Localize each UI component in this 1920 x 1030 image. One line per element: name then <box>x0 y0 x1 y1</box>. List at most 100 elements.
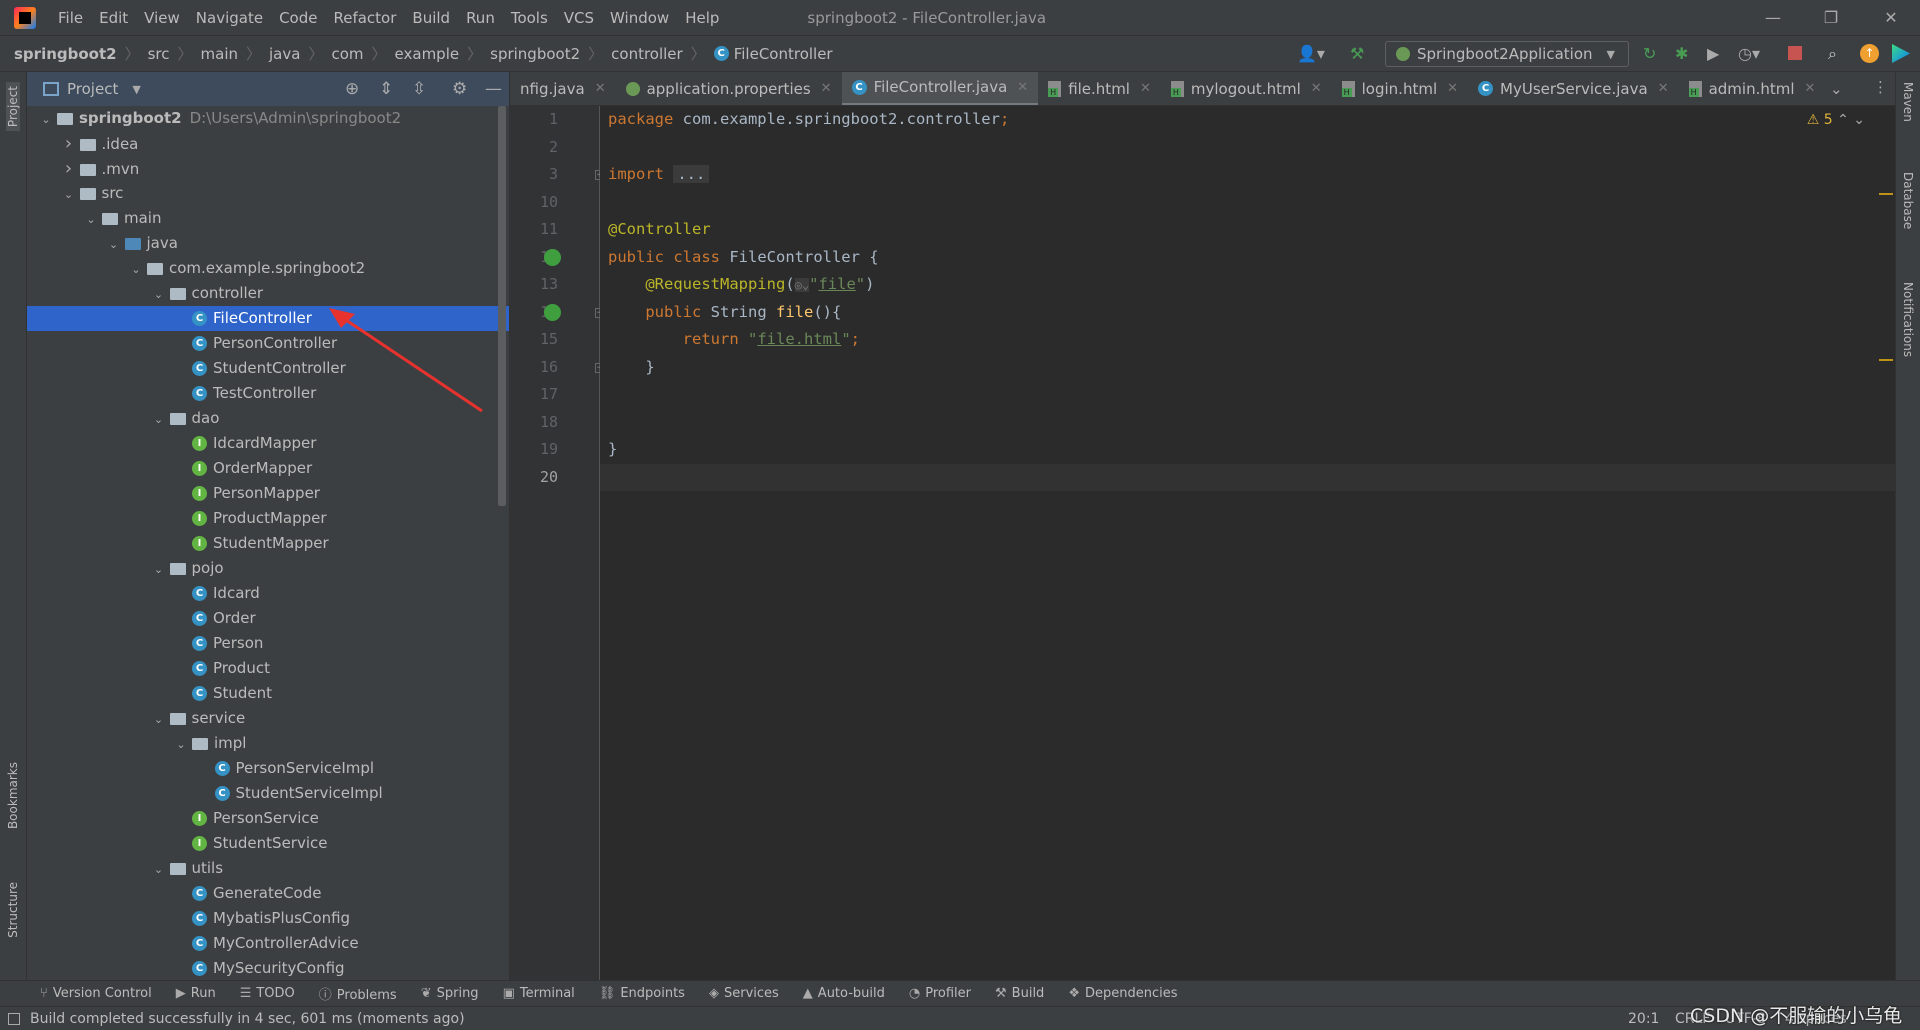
tree-scrollbar[interactable] <box>498 106 506 506</box>
tab-admin-html[interactable]: admin.html ✕ <box>1679 72 1826 105</box>
tree-item[interactable]: › .idea <box>27 131 509 156</box>
close-tab-icon[interactable]: ✕ <box>1311 81 1322 96</box>
breadcrumb-item[interactable]: FileController <box>734 45 833 63</box>
tree-item[interactable]: C Idcard <box>27 581 509 606</box>
chevron-down-icon[interactable]: ▼ <box>132 83 140 96</box>
tree-item[interactable]: I PersonMapper <box>27 481 509 506</box>
breadcrumb-item[interactable]: com <box>331 45 363 63</box>
stop-icon[interactable] <box>1788 46 1802 60</box>
chevron-down-icon[interactable]: ⌄ <box>148 857 170 882</box>
tool-spring[interactable]: ❦ Spring <box>421 986 479 1001</box>
chevron-right-icon[interactable]: › <box>58 131 80 156</box>
bookmarks-tool-button[interactable]: Bookmarks <box>6 762 20 829</box>
rerun-icon[interactable]: ↻ <box>1643 44 1656 64</box>
chevron-down-icon[interactable]: ⌄ <box>148 557 170 582</box>
tab-list-chevron-icon[interactable]: ⌄ <box>1830 80 1843 98</box>
tool-problems[interactable]: ⓘ Problems <box>319 984 397 1003</box>
hide-panel-icon[interactable]: — <box>485 79 502 99</box>
chevron-down-icon[interactable]: ⌄ <box>148 407 170 432</box>
chevron-down-icon[interactable]: ⌄ <box>80 207 102 232</box>
coverage-icon[interactable]: ▶ <box>1707 44 1719 64</box>
tree-item[interactable]: C Order <box>27 606 509 631</box>
close-tab-icon[interactable]: ✕ <box>595 81 606 96</box>
chevron-down-icon[interactable]: ⌄ <box>148 282 170 307</box>
tab-file-html[interactable]: file.html ✕ <box>1038 72 1161 105</box>
chevron-down-icon[interactable]: ⌄ <box>125 257 147 282</box>
tree-item[interactable]: ⌄ service <box>27 706 509 731</box>
menu-code[interactable]: Code <box>271 9 325 27</box>
tab-myuserservice-java[interactable]: C MyUserService.java ✕ <box>1468 72 1679 105</box>
menu-run[interactable]: Run <box>458 9 503 27</box>
breadcrumb-item[interactable]: springboot2 <box>490 45 580 63</box>
tool-version-control[interactable]: ⑂ Version Control <box>40 986 152 1001</box>
tree-item[interactable]: C MybatisPlusConfig <box>27 906 509 931</box>
tree-item[interactable]: ⌄ java <box>27 231 509 256</box>
search-icon[interactable]: ⌕ <box>1828 44 1837 64</box>
breadcrumb-item[interactable]: src <box>148 45 170 63</box>
tree-item[interactable]: I StudentService <box>27 831 509 856</box>
tree-item[interactable]: C MyControllerAdvice <box>27 931 509 956</box>
caret-position[interactable]: 20:1 <box>1628 1011 1659 1027</box>
breadcrumb-item[interactable]: main <box>201 45 238 63</box>
database-tool-button[interactable]: Database <box>1901 172 1915 229</box>
chevron-down-icon[interactable]: ⌄ <box>103 232 125 257</box>
tree-item[interactable]: C PersonServiceImpl <box>27 756 509 781</box>
tool-run[interactable]: ▶ Run <box>176 986 216 1001</box>
tree-item[interactable]: C MySecurityConfig <box>27 956 509 981</box>
menu-build[interactable]: Build <box>404 9 458 27</box>
warning-marker[interactable] <box>1879 193 1893 195</box>
maven-tool-button[interactable]: Maven <box>1901 82 1915 122</box>
warning-marker[interactable] <box>1879 359 1893 361</box>
tool-terminal[interactable]: ▣ Terminal <box>503 986 575 1001</box>
chevron-down-icon[interactable]: ⌄ <box>58 182 80 207</box>
spring-bean-gutter-icon[interactable] <box>544 303 561 321</box>
menu-help[interactable]: Help <box>677 9 727 27</box>
breadcrumb-item[interactable]: example <box>395 45 460 63</box>
vcs-user-icon[interactable]: 👤▾ <box>1297 44 1325 64</box>
close-tab-icon[interactable]: ✕ <box>1017 80 1028 95</box>
tab-application-properties[interactable]: application.properties ✕ <box>616 72 842 105</box>
toolbox-icon[interactable] <box>1892 44 1910 63</box>
tool-build[interactable]: ⚒ Build <box>995 986 1044 1001</box>
project-view-select[interactable]: Project <box>67 80 118 98</box>
layout-icon[interactable] <box>8 1012 20 1025</box>
tree-item[interactable]: C Person <box>27 631 509 656</box>
spring-bean-gutter-icon[interactable] <box>544 248 561 266</box>
code-editor[interactable]: ⚠ 5 ⌃ ⌄ package com.example.springboot2.… <box>600 106 1895 980</box>
build-hammer-icon[interactable]: ⚒ <box>1350 44 1364 64</box>
chevron-down-icon[interactable]: ⌄ <box>148 707 170 732</box>
tree-item[interactable]: ⌄ pojo <box>27 556 509 581</box>
tree-item[interactable]: ⌄ springboot2 D:\Users\Admin\springboot2 <box>27 106 509 131</box>
menu-window[interactable]: Window <box>602 9 677 27</box>
tree-item[interactable]: C Student <box>27 681 509 706</box>
menu-vcs[interactable]: VCS <box>556 9 602 27</box>
tab-login-html[interactable]: login.html ✕ <box>1332 72 1468 105</box>
tree-item[interactable]: ⌄ src <box>27 181 509 206</box>
notifications-tool-button[interactable]: Notifications <box>1901 282 1915 357</box>
gear-icon[interactable]: ⚙ <box>452 79 467 99</box>
close-tab-icon[interactable]: ✕ <box>1447 81 1458 96</box>
close-tab-icon[interactable]: ✕ <box>1140 81 1151 96</box>
minimize-button[interactable]: — <box>1744 0 1802 36</box>
tab-filecontroller-java[interactable]: C FileController.java ✕ <box>841 72 1039 105</box>
close-tab-icon[interactable]: ✕ <box>821 81 832 96</box>
menu-view[interactable]: View <box>136 9 188 27</box>
tool-profiler[interactable]: ◔ Profiler <box>909 986 971 1001</box>
chevron-right-icon[interactable]: › <box>58 156 80 181</box>
tool-todo[interactable]: ☰ TODO <box>240 986 295 1001</box>
tree-item[interactable]: C GenerateCode <box>27 881 509 906</box>
tree-item[interactable]: ⌄ controller <box>27 281 509 306</box>
close-tab-icon[interactable]: ✕ <box>1805 81 1816 96</box>
close-button[interactable]: ✕ <box>1862 0 1920 36</box>
tree-item[interactable]: I ProductMapper <box>27 506 509 531</box>
tree-item[interactable]: ⌄ main <box>27 206 509 231</box>
tree-item[interactable]: C Product <box>27 656 509 681</box>
tree-item[interactable]: I IdcardMapper <box>27 431 509 456</box>
breadcrumb-item[interactable]: controller <box>611 45 683 63</box>
menu-tools[interactable]: Tools <box>503 9 556 27</box>
menu-navigate[interactable]: Navigate <box>188 9 271 27</box>
profile-icon[interactable]: ◷▾ <box>1738 44 1760 64</box>
project-tool-button[interactable]: Project <box>6 82 20 132</box>
status-message[interactable]: Build completed successfully in 4 sec, 6… <box>30 1011 465 1027</box>
run-configuration-select[interactable]: Springboot2Application ▼ <box>1385 41 1629 67</box>
